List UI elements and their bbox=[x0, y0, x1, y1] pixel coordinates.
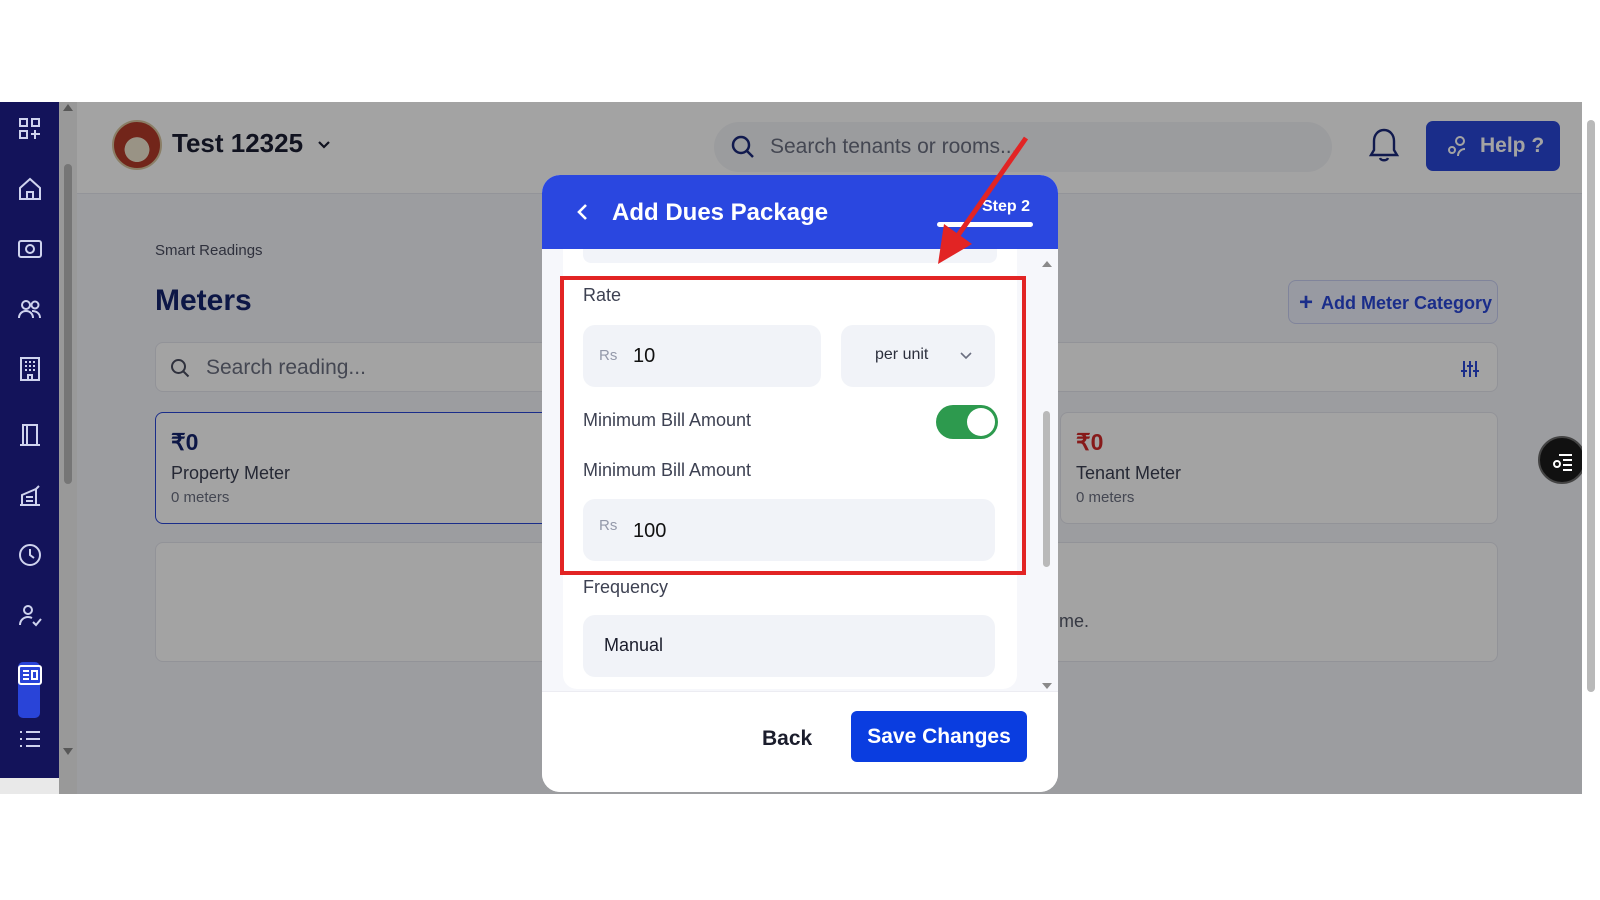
clock-icon[interactable] bbox=[17, 542, 43, 568]
menu-toggle-icon bbox=[1553, 454, 1572, 471]
modal-scrollbar[interactable] bbox=[1040, 261, 1054, 691]
annotation-arrow-icon bbox=[938, 136, 1029, 264]
scroll-down-arrow-icon[interactable] bbox=[1042, 683, 1052, 689]
frequency-select[interactable]: Manual bbox=[583, 615, 995, 677]
user-check-icon[interactable] bbox=[17, 602, 43, 628]
users-icon[interactable] bbox=[17, 296, 43, 322]
sidebar bbox=[0, 102, 59, 794]
save-changes-label: Save Changes bbox=[867, 725, 1011, 748]
right-scrollbar-thumb[interactable] bbox=[1587, 120, 1595, 692]
receipt-icon[interactable] bbox=[17, 482, 43, 508]
frequency-value: Manual bbox=[604, 635, 664, 655]
annotation-highlight-box bbox=[560, 276, 1026, 575]
screenshot-area: Test 12325 Search tenants or rooms... He… bbox=[0, 102, 1600, 794]
list-icon[interactable] bbox=[17, 726, 43, 752]
grid-icon[interactable] bbox=[17, 116, 43, 142]
door-icon[interactable] bbox=[17, 422, 43, 448]
floating-menu-button[interactable] bbox=[1538, 436, 1586, 484]
save-changes-button[interactable]: Save Changes bbox=[851, 711, 1027, 762]
back-chevron-icon[interactable] bbox=[572, 199, 594, 225]
back-button[interactable]: Back bbox=[762, 727, 812, 751]
modal-title: Add Dues Package bbox=[612, 199, 829, 226]
meter-icon[interactable] bbox=[17, 662, 43, 688]
home-icon[interactable] bbox=[17, 176, 43, 202]
modal-scrollbar-thumb[interactable] bbox=[1043, 411, 1050, 567]
building-icon[interactable] bbox=[17, 356, 43, 382]
modal-footer: Back Save Changes bbox=[542, 691, 1058, 792]
camera-icon[interactable] bbox=[17, 236, 43, 262]
horizontal-scrollbar[interactable] bbox=[0, 778, 59, 794]
right-scrollbar[interactable] bbox=[1582, 102, 1600, 794]
frequency-label: Frequency bbox=[583, 577, 669, 597]
scroll-up-arrow-icon[interactable] bbox=[1042, 261, 1052, 267]
